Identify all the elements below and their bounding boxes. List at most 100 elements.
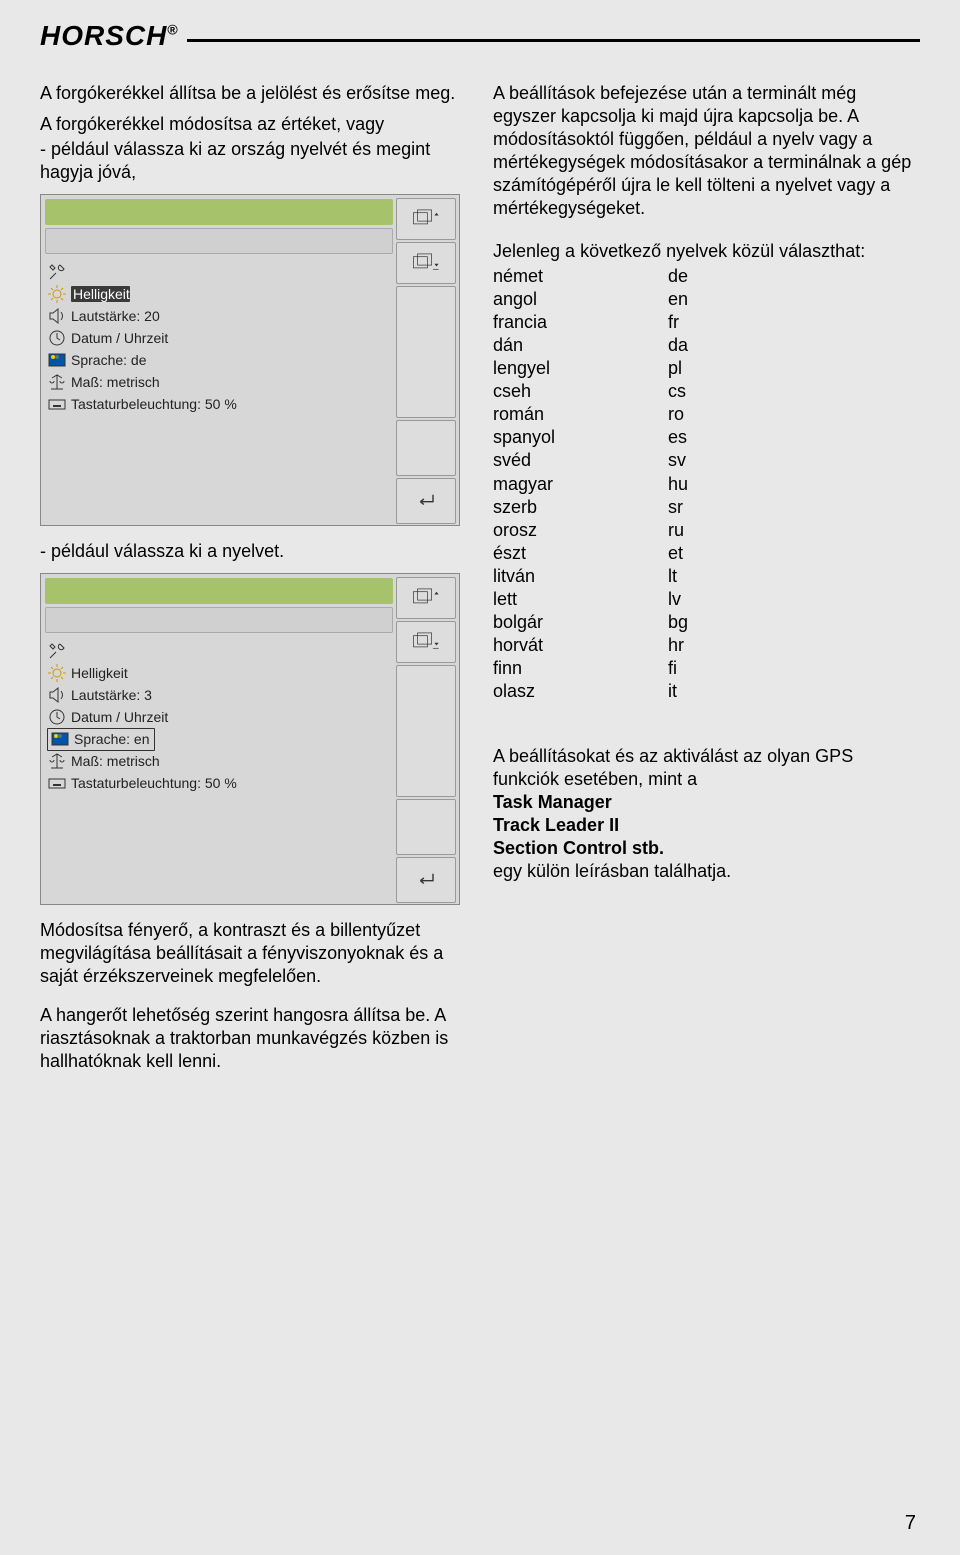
scale-icon: [47, 752, 67, 770]
scale-icon: [47, 373, 67, 391]
body-text: A beállítások befejezése után a terminál…: [493, 82, 920, 220]
page-header: HORSCH®: [40, 20, 920, 52]
gps-block: A beállításokat és az aktiválást az olya…: [493, 745, 920, 883]
terminal-settings-list: Helligkeit Lautstärke: 3 Datum / Uhrzeit Sp…: [45, 640, 393, 794]
settings-row[interactable]: Lautstärke: 3: [45, 684, 393, 706]
terminal-title-bar: [45, 578, 393, 604]
body-text: Módosítsa fényerő, a kontraszt és a bill…: [40, 919, 467, 988]
language-name: spanyol: [493, 426, 668, 449]
terminal-screenshot-2: Helligkeit Lautstärke: 3 Datum / Uhrzeit Sp…: [40, 573, 460, 905]
nav-up-button[interactable]: [396, 577, 456, 619]
tools-icon: [47, 642, 67, 660]
language-table: németdeangolenfranciafrdándalengyelplcse…: [493, 265, 920, 703]
language-name: olasz: [493, 680, 668, 703]
settings-row[interactable]: Datum / Uhrzeit: [45, 327, 393, 349]
terminal-button-column: [396, 198, 456, 526]
language-name: román: [493, 403, 668, 426]
language-code: hu: [668, 473, 728, 496]
language-name: cseh: [493, 380, 668, 403]
tools-icon: [47, 263, 67, 281]
language-code: es: [668, 426, 728, 449]
language-name: orosz: [493, 519, 668, 542]
settings-row-label: Datum / Uhrzeit: [71, 330, 168, 346]
blank-button-area: [396, 286, 456, 418]
brand-text: HORSCH: [40, 20, 167, 51]
language-name: lett: [493, 588, 668, 611]
speaker-icon: [47, 686, 67, 704]
language-name: angol: [493, 288, 668, 311]
language-code: it: [668, 680, 728, 703]
nav-down-button[interactable]: [396, 242, 456, 284]
gps-feature-item: Track Leader II: [493, 814, 920, 837]
flag-icon: [50, 730, 70, 748]
settings-row[interactable]: Helligkeit: [45, 662, 393, 684]
settings-row[interactable]: Tastaturbeleuchtung: 50 %: [45, 772, 393, 794]
language-name: lengyel: [493, 357, 668, 380]
blank-button-area: [396, 799, 456, 855]
language-code: en: [668, 288, 728, 311]
settings-row-label: Helligkeit: [71, 286, 130, 302]
speaker-icon: [47, 307, 67, 325]
flag-icon: [47, 351, 67, 369]
gps-outro: egy külön leírásban találhatja.: [493, 860, 920, 883]
blank-button-area: [396, 420, 456, 476]
language-code: hr: [668, 634, 728, 657]
gps-feature-item: Section Control stb.: [493, 837, 920, 860]
terminal-button-column: [396, 577, 456, 905]
settings-row[interactable]: Tastaturbeleuchtung: 50 %: [45, 393, 393, 415]
settings-row[interactable]: Sprache: de: [45, 349, 393, 371]
settings-row-label: Tastaturbeleuchtung: 50 %: [71, 396, 237, 412]
language-name: svéd: [493, 449, 668, 472]
language-name: francia: [493, 311, 668, 334]
language-name: német: [493, 265, 668, 288]
sun-icon: [47, 664, 67, 682]
body-text: - például válassza ki az ország nyelvét …: [40, 138, 467, 184]
return-button[interactable]: [396, 478, 456, 524]
settings-row[interactable]: Datum / Uhrzeit: [45, 706, 393, 728]
settings-row-label: Maß: metrisch: [71, 374, 160, 390]
keyboard-icon: [47, 774, 67, 792]
language-name: magyar: [493, 473, 668, 496]
header-rule: [187, 39, 920, 42]
settings-row[interactable]: Helligkeit: [45, 283, 393, 305]
language-code: ro: [668, 403, 728, 426]
clock-icon: [47, 708, 67, 726]
settings-row[interactable]: [45, 261, 393, 283]
settings-row[interactable]: Maß: metrisch: [45, 371, 393, 393]
language-name: dán: [493, 334, 668, 357]
language-code: fr: [668, 311, 728, 334]
terminal-screenshot-1: Helligkeit Lautstärke: 20 Datum / Uhrzeit S…: [40, 194, 460, 526]
language-name: észt: [493, 542, 668, 565]
left-column: A forgókerékkel állítsa be a jelölést és…: [40, 82, 467, 1081]
settings-row-label: Lautstärke: 20: [71, 308, 160, 324]
sun-icon: [47, 285, 67, 303]
terminal-settings-list: Helligkeit Lautstärke: 20 Datum / Uhrzeit S…: [45, 261, 393, 415]
gps-intro: A beállításokat és az aktiválást az olya…: [493, 745, 920, 791]
settings-row-label: Maß: metrisch: [71, 753, 160, 769]
body-text: A hangerőt lehetőség szerint hangosra ál…: [40, 1004, 467, 1073]
settings-row[interactable]: Maß: metrisch: [45, 750, 393, 772]
language-code: pl: [668, 357, 728, 380]
settings-row[interactable]: [45, 640, 393, 662]
return-button[interactable]: [396, 857, 456, 903]
brand-mark: ®: [167, 22, 178, 38]
language-code: da: [668, 334, 728, 357]
brand-logo: HORSCH®: [40, 20, 179, 52]
language-code: ru: [668, 519, 728, 542]
settings-row-label: Datum / Uhrzeit: [71, 709, 168, 725]
settings-row-label: Helligkeit: [71, 665, 128, 681]
language-code: sv: [668, 449, 728, 472]
settings-row[interactable]: Sprache: en: [45, 728, 393, 750]
language-code: de: [668, 265, 728, 288]
language-name: litván: [493, 565, 668, 588]
language-code: sr: [668, 496, 728, 519]
nav-up-button[interactable]: [396, 198, 456, 240]
settings-row-label: Lautstärke: 3: [71, 687, 152, 703]
settings-row[interactable]: Lautstärke: 20: [45, 305, 393, 327]
caption-text: - például válassza ki a nyelvet.: [40, 540, 467, 563]
language-name: szerb: [493, 496, 668, 519]
nav-down-button[interactable]: [396, 621, 456, 663]
clock-icon: [47, 329, 67, 347]
language-code: fi: [668, 657, 728, 680]
language-code: cs: [668, 380, 728, 403]
